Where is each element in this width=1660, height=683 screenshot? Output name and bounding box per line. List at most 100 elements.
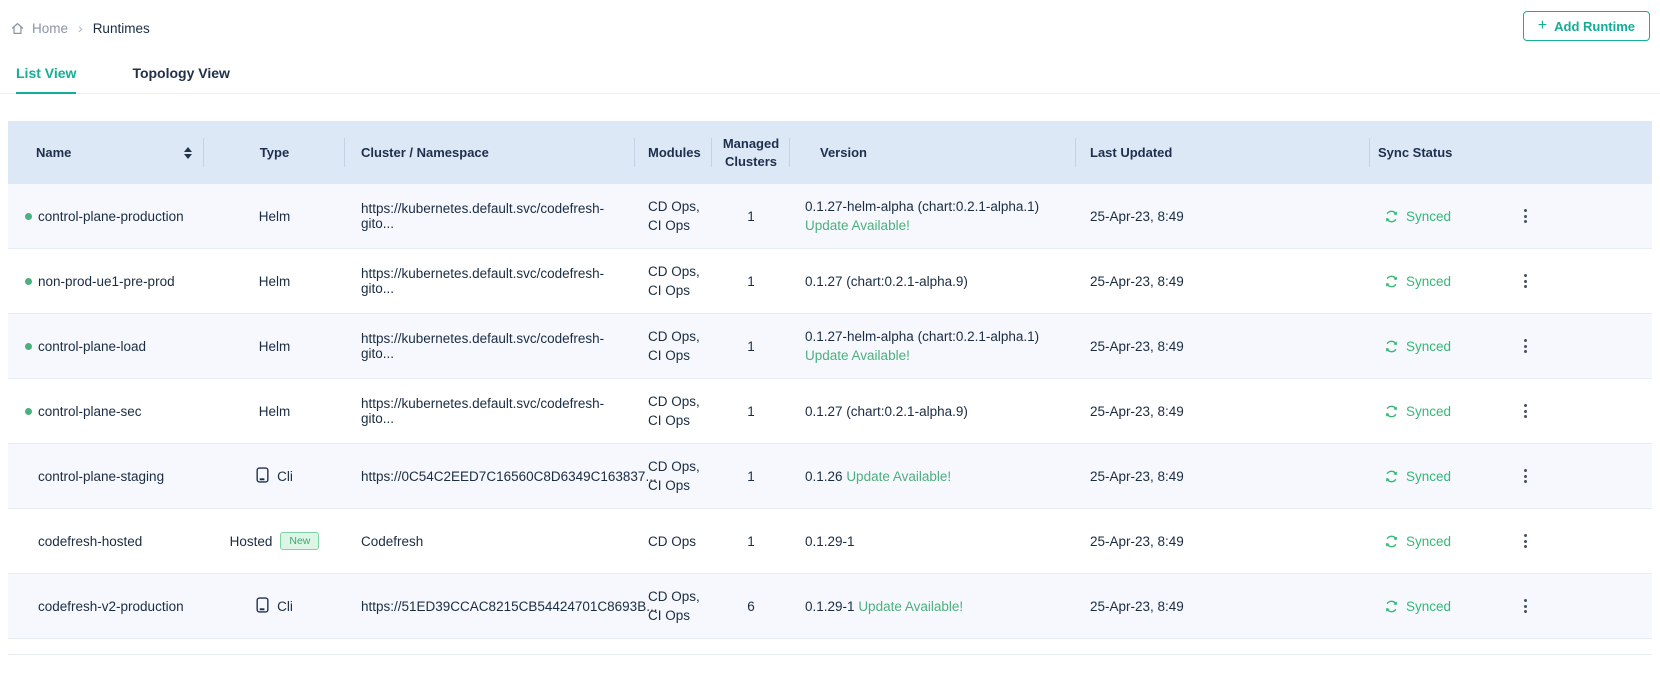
add-runtime-button[interactable]: + Add Runtime bbox=[1523, 11, 1650, 41]
runtime-type: Cli bbox=[277, 469, 293, 484]
sort-icon[interactable] bbox=[184, 147, 192, 159]
cluster-url: https://kubernetes.default.svc/codefresh… bbox=[361, 266, 635, 296]
sync-status-label: Synced bbox=[1406, 209, 1451, 224]
module-label: CD Ops bbox=[648, 532, 696, 551]
last-updated-value: 25-Apr-23, 8:49 bbox=[1090, 274, 1184, 289]
sync-status-label: Synced bbox=[1406, 534, 1451, 549]
kebab-menu-button[interactable] bbox=[1516, 593, 1535, 619]
cli-icon bbox=[256, 467, 269, 486]
module-label: CD Ops, bbox=[648, 457, 700, 476]
module-label: CI Ops bbox=[648, 346, 700, 365]
table-row[interactable]: control-plane-sec Helm https://kubernete… bbox=[8, 379, 1652, 444]
column-header-version: Version bbox=[790, 121, 1076, 184]
version-value: 0.1.27-helm-alpha (chart:0.2.1-alpha.1) bbox=[805, 329, 1039, 344]
kebab-menu-button[interactable] bbox=[1516, 203, 1535, 229]
sync-icon bbox=[1384, 534, 1399, 549]
runtime-type: Helm bbox=[259, 339, 291, 354]
plus-icon: + bbox=[1538, 18, 1547, 34]
runtime-name: control-plane-staging bbox=[38, 469, 164, 484]
kebab-menu-button[interactable] bbox=[1516, 398, 1535, 424]
sync-icon bbox=[1384, 599, 1399, 614]
new-badge: New bbox=[280, 532, 319, 551]
runtime-name: control-plane-sec bbox=[38, 404, 142, 419]
module-label: CD Ops, bbox=[648, 262, 700, 281]
module-label: CD Ops, bbox=[648, 327, 700, 346]
module-label: CI Ops bbox=[648, 411, 700, 430]
add-runtime-label: Add Runtime bbox=[1554, 19, 1635, 34]
last-updated-value: 25-Apr-23, 8:49 bbox=[1090, 404, 1184, 419]
last-updated-value: 25-Apr-23, 8:49 bbox=[1090, 599, 1184, 614]
column-header-actions bbox=[1500, 121, 1652, 184]
last-updated-value: 25-Apr-23, 8:49 bbox=[1090, 209, 1184, 224]
runtime-type: Helm bbox=[259, 209, 291, 224]
view-tabs: List View Topology View bbox=[0, 65, 1660, 94]
column-header-name-label: Name bbox=[36, 145, 71, 160]
column-header-modules: Modules bbox=[635, 121, 712, 184]
breadcrumb-home-link[interactable]: Home bbox=[32, 21, 68, 36]
status-dot bbox=[25, 278, 32, 285]
cli-icon bbox=[256, 597, 269, 616]
table-row[interactable]: non-prod-ue1-pre-prod Helm https://kuber… bbox=[8, 249, 1652, 314]
update-available-link[interactable]: Update Available! bbox=[858, 599, 963, 614]
sync-icon bbox=[1384, 469, 1399, 484]
cluster-url: Codefresh bbox=[361, 534, 423, 549]
sync-status-label: Synced bbox=[1406, 339, 1451, 354]
modules: CD Ops,CI Ops bbox=[648, 587, 700, 625]
version-value: 0.1.29-1 bbox=[805, 534, 855, 549]
column-header-name[interactable]: Name bbox=[8, 121, 204, 184]
update-available-link[interactable]: Update Available! bbox=[846, 469, 951, 484]
runtime-name: control-plane-production bbox=[38, 209, 184, 224]
version-value: 0.1.27 (chart:0.2.1-alpha.9) bbox=[805, 274, 968, 289]
modules: CD Ops,CI Ops bbox=[648, 327, 700, 365]
tab-topology-view[interactable]: Topology View bbox=[132, 65, 230, 93]
table-row[interactable]: control-plane-load Helm https://kubernet… bbox=[8, 314, 1652, 379]
table-row[interactable]: codefresh-hosted Hosted New Codefresh CD… bbox=[8, 509, 1652, 574]
runtime-type: Helm bbox=[259, 404, 291, 419]
kebab-menu-button[interactable] bbox=[1516, 268, 1535, 294]
module-label: CD Ops, bbox=[648, 392, 700, 411]
last-updated-value: 25-Apr-23, 8:49 bbox=[1090, 339, 1184, 354]
runtime-name: control-plane-load bbox=[38, 339, 146, 354]
runtime-name: codefresh-hosted bbox=[38, 534, 142, 549]
table-row[interactable]: codefresh-v2-production Cli https://51ED… bbox=[8, 574, 1652, 639]
sync-icon bbox=[1384, 274, 1399, 289]
module-label: CI Ops bbox=[648, 216, 700, 235]
table-body: control-plane-production Helm https://ku… bbox=[8, 184, 1652, 639]
column-header-last-updated: Last Updated bbox=[1076, 121, 1370, 184]
cluster-url: https://kubernetes.default.svc/codefresh… bbox=[361, 331, 635, 361]
sync-icon bbox=[1384, 209, 1399, 224]
managed-clusters-count: 1 bbox=[747, 209, 755, 224]
modules: CD Ops,CI Ops bbox=[648, 197, 700, 235]
kebab-menu-button[interactable] bbox=[1516, 463, 1535, 489]
kebab-menu-button[interactable] bbox=[1516, 333, 1535, 359]
modules: CD Ops,CI Ops bbox=[648, 457, 700, 495]
top-bar: Home › Runtimes + Add Runtime bbox=[0, 0, 1660, 44]
column-header-type: Type bbox=[204, 121, 345, 184]
sync-status-label: Synced bbox=[1406, 599, 1451, 614]
tab-list-view[interactable]: List View bbox=[16, 65, 76, 93]
column-header-sync-status: Sync Status bbox=[1370, 121, 1500, 184]
table-row[interactable]: control-plane-production Helm https://ku… bbox=[8, 184, 1652, 249]
version-value: 0.1.27-helm-alpha (chart:0.2.1-alpha.1) bbox=[805, 199, 1039, 214]
module-label: CI Ops bbox=[648, 281, 700, 300]
runtime-name: codefresh-v2-production bbox=[38, 599, 184, 614]
update-available-link[interactable]: Update Available! bbox=[805, 218, 910, 233]
home-icon[interactable] bbox=[10, 21, 25, 36]
managed-clusters-count: 6 bbox=[747, 599, 755, 614]
sync-icon bbox=[1384, 404, 1399, 419]
breadcrumb: Home › Runtimes bbox=[10, 20, 150, 36]
sync-status-label: Synced bbox=[1406, 404, 1451, 419]
last-updated-value: 25-Apr-23, 8:49 bbox=[1090, 469, 1184, 484]
cluster-url: https://51ED39CCAC8215CB54424701C8693B..… bbox=[361, 599, 657, 614]
kebab-menu-button[interactable] bbox=[1516, 528, 1535, 554]
sync-icon bbox=[1384, 339, 1399, 354]
version-value: 0.1.29-1 bbox=[805, 599, 855, 614]
managed-clusters-count: 1 bbox=[747, 469, 755, 484]
cluster-url: https://kubernetes.default.svc/codefresh… bbox=[361, 396, 635, 426]
cluster-url: https://kubernetes.default.svc/codefresh… bbox=[361, 201, 635, 231]
runtimes-table: Name Type Cluster / Namespace Modules Ma… bbox=[8, 121, 1652, 655]
table-row[interactable]: control-plane-staging Cli https://0C54C2… bbox=[8, 444, 1652, 509]
module-label: CD Ops, bbox=[648, 197, 700, 216]
update-available-link[interactable]: Update Available! bbox=[805, 348, 910, 363]
status-dot bbox=[25, 213, 32, 220]
